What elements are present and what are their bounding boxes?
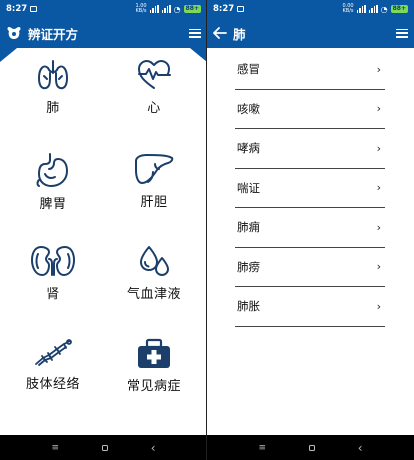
list-item-xiaobing[interactable]: 哮病 › — [235, 129, 385, 169]
tile-label: 脾胃 — [39, 197, 67, 212]
chevron-right-icon: › — [376, 220, 381, 234]
system-nav-bar: ≡ ‹ — [207, 435, 414, 460]
net-speed: 1.00 KB/s — [135, 3, 147, 14]
battery-icon: 88+ — [390, 5, 408, 13]
tile-qi-blood-fluids[interactable]: 气血津液 — [104, 244, 204, 302]
lung-disease-list-screen: 8:27 0.00 KB/s ◔ 88+ 肺 感冒 › 咳嗽 › 哮病 › 喘证… — [207, 0, 414, 460]
chevron-right-icon: › — [376, 260, 381, 274]
tile-label: 肾 — [46, 287, 60, 302]
signal-icon-2 — [161, 5, 171, 13]
list-item-label: 喘证 — [237, 180, 260, 195]
hamburger-menu-icon[interactable] — [396, 28, 408, 38]
status-bar: 8:27 1.00 KB/s ◔ 88+ — [0, 0, 207, 18]
chevron-right-icon: › — [376, 102, 381, 116]
tile-spleen-stomach[interactable]: 脾胃 — [3, 152, 103, 212]
system-nav-bar: ≡ ‹ — [0, 435, 207, 460]
stomach-icon — [36, 153, 68, 187]
signal-icon-2 — [368, 5, 378, 13]
list-item-label: 肺胀 — [237, 299, 260, 314]
tile-limbs-meridians[interactable]: 肢体经络 — [3, 338, 103, 392]
wifi-icon: ◔ — [173, 4, 181, 14]
nav-menu-button[interactable]: ≡ — [258, 443, 266, 453]
kidneys-icon — [31, 246, 75, 276]
list-item-chuanzheng[interactable]: 喘证 › — [235, 169, 385, 208]
tile-label: 肺 — [46, 101, 60, 116]
tile-label: 肢体经络 — [25, 377, 80, 392]
tile-label: 心 — [147, 101, 161, 116]
nav-menu-button[interactable]: ≡ — [51, 443, 59, 453]
page-title: 辨证开方 — [28, 26, 79, 42]
nav-home-button[interactable] — [101, 444, 108, 451]
chevron-right-icon: › — [376, 141, 381, 155]
tile-liver-gallbladder[interactable]: 肝胆 — [104, 152, 204, 210]
notification-icon — [237, 6, 245, 12]
body-meridian-icon — [35, 339, 72, 366]
list-item-label: 哮病 — [237, 141, 260, 156]
list-item-label: 肺痈 — [237, 220, 260, 235]
tile-kidney[interactable]: 肾 — [3, 244, 103, 302]
disease-list: 感冒 › 咳嗽 › 哮病 › 喘证 › 肺痈 › 肺痨 › 肺胀 › — [235, 50, 385, 327]
list-item-feiyong[interactable]: 肺痈 › — [235, 208, 385, 248]
tile-label: 气血津液 — [126, 287, 181, 302]
hamburger-menu-icon[interactable] — [189, 28, 201, 38]
status-bar: 8:27 0.00 KB/s ◔ 88+ — [207, 0, 414, 18]
status-time: 8:27 — [213, 4, 235, 14]
lungs-icon — [38, 60, 68, 90]
liver-icon — [135, 154, 174, 184]
heart-pulse-icon — [138, 60, 171, 89]
app-logo-icon — [7, 27, 21, 39]
list-item-label: 咳嗽 — [237, 101, 260, 116]
nav-home-button[interactable] — [308, 444, 315, 451]
back-arrow-icon[interactable] — [213, 27, 227, 39]
status-time: 8:27 — [6, 4, 28, 14]
list-item-ganmao[interactable]: 感冒 › — [235, 50, 385, 90]
chevron-right-icon: › — [376, 181, 381, 195]
net-speed: 0.00 KB/s — [342, 3, 354, 14]
notification-icon — [30, 6, 38, 12]
app-bar: 辨证开方 — [0, 18, 207, 48]
list-item-kesou[interactable]: 咳嗽 › — [235, 90, 385, 129]
list-item-label: 肺痨 — [237, 259, 260, 274]
signal-icon — [356, 5, 366, 13]
tile-label: 常见病症 — [126, 379, 181, 394]
app-bar: 肺 — [207, 18, 414, 48]
list-item-feilao[interactable]: 肺痨 › — [235, 248, 385, 287]
droplets-icon — [140, 246, 169, 276]
tile-label: 肝胆 — [140, 195, 168, 210]
wifi-icon: ◔ — [380, 4, 388, 14]
nav-back-button[interactable]: ‹ — [151, 441, 156, 455]
tile-common-diseases[interactable]: 常见病症 — [104, 338, 204, 394]
nav-back-button[interactable]: ‹ — [358, 441, 363, 455]
list-item-label: 感冒 — [237, 62, 260, 77]
signal-icon — [149, 5, 159, 13]
medical-kit-icon — [138, 338, 170, 368]
tile-lung[interactable]: 肺 — [3, 58, 103, 116]
tile-heart[interactable]: 心 — [104, 58, 204, 116]
organ-menu-screen: 8:27 1.00 KB/s ◔ 88+ 辨证开方 肺 心 脾胃 肝胆 肾 气血… — [0, 0, 207, 460]
list-item-feizhang[interactable]: 肺胀 › — [235, 287, 385, 327]
page-title: 肺 — [233, 26, 246, 42]
chevron-right-icon: › — [376, 299, 381, 313]
chevron-right-icon: › — [376, 62, 381, 76]
battery-icon: 88+ — [183, 5, 201, 13]
